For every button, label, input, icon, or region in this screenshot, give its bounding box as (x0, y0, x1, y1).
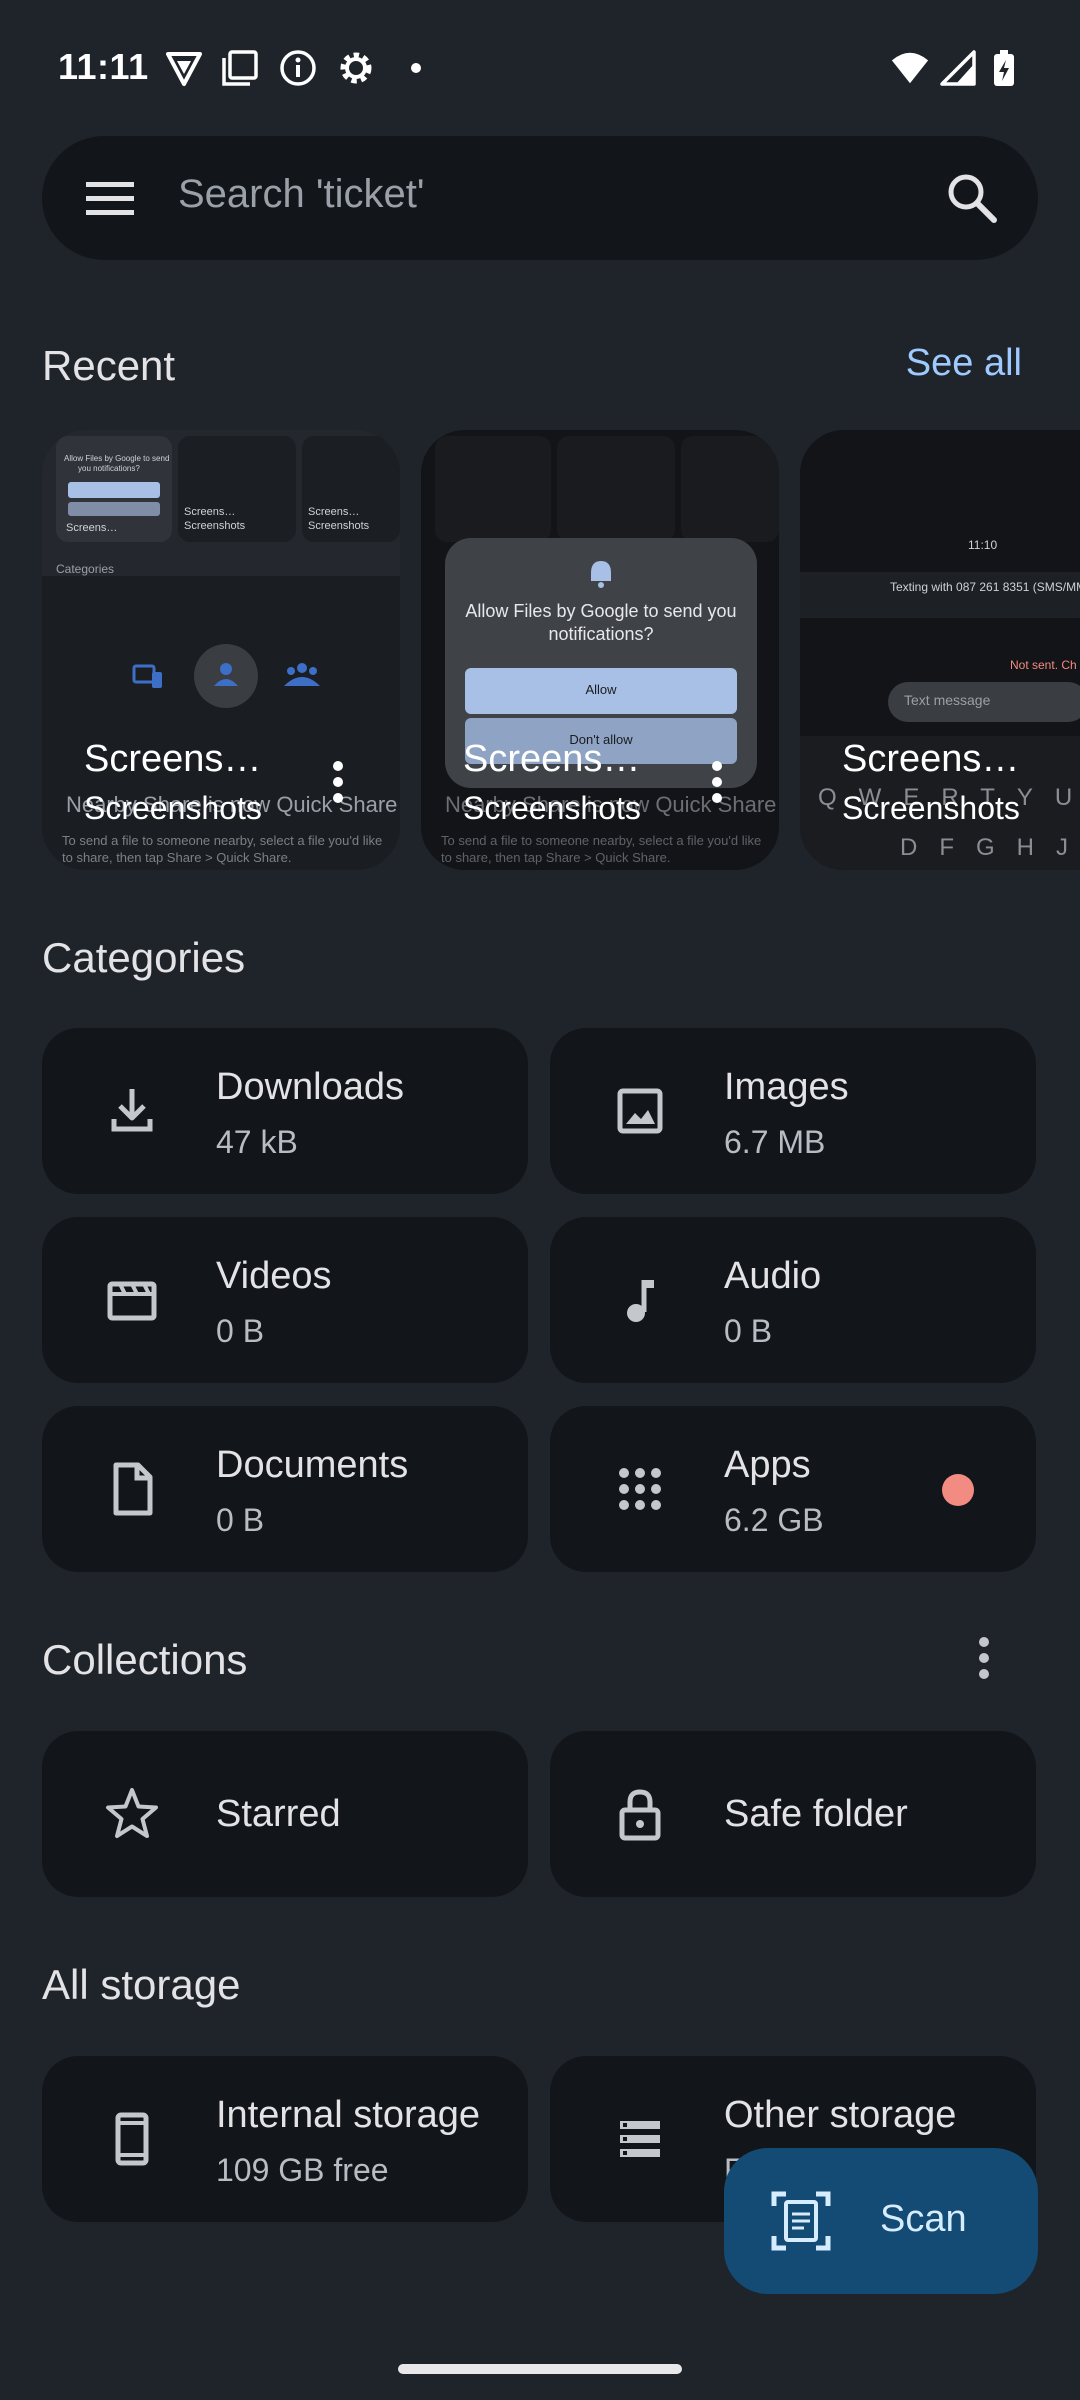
battery-charging-icon (984, 48, 1024, 88)
download-icon (100, 1079, 164, 1143)
category-images[interactable]: Images 6.7 MB (550, 1028, 1036, 1194)
status-bar: 11:11 (0, 0, 1080, 136)
devices-icon (132, 662, 164, 690)
apps-icon (608, 1457, 672, 1521)
recent-item-title: Screens… (842, 738, 1020, 780)
scan-icon (770, 2190, 832, 2252)
collection-safe-folder[interactable]: Safe folder (550, 1731, 1036, 1897)
storage-icon (608, 2107, 672, 2171)
lock-icon (608, 1782, 672, 1846)
info-icon (278, 48, 318, 88)
screenshot-icon (220, 48, 260, 88)
recent-item-1[interactable]: Allow Files by Google to send you notifi… (42, 430, 400, 870)
notification-badge (942, 1474, 974, 1506)
notification-dot-icon (396, 48, 436, 88)
bell-icon (585, 558, 617, 590)
category-apps[interactable]: Apps 6.2 GB (550, 1406, 1036, 1572)
scan-button[interactable]: Scan (724, 2148, 1038, 2294)
image-icon (608, 1079, 672, 1143)
category-audio[interactable]: Audio 0 B (550, 1217, 1036, 1383)
storage-internal[interactable]: Internal storage 109 GB free (42, 2056, 528, 2222)
wifi-icon (890, 48, 932, 88)
star-icon (100, 1782, 164, 1846)
audio-icon (608, 1268, 672, 1332)
category-documents[interactable]: Documents 0 B (42, 1406, 528, 1572)
recent-item-title: Screens… (84, 738, 262, 780)
categories-title: Categories (42, 934, 246, 981)
collection-starred[interactable]: Starred (42, 1731, 528, 1897)
search-bar[interactable]: Search 'ticket' (42, 136, 1038, 260)
collections-more-icon[interactable] (972, 1634, 996, 1682)
category-downloads[interactable]: Downloads 47 kB (42, 1028, 528, 1194)
recent-item-2[interactable]: Allow Files by Google to send you notifi… (421, 430, 779, 870)
settings-icon (336, 48, 376, 88)
see-all-link[interactable]: See all (906, 342, 1022, 385)
storage-title: All storage (42, 1961, 241, 2008)
more-vert-icon[interactable] (332, 760, 344, 804)
collections-title: Collections (42, 1636, 248, 1683)
recent-item-title: Screens… (463, 738, 641, 780)
status-time: 11:11 (58, 46, 149, 87)
video-icon (100, 1268, 164, 1332)
search-icon[interactable] (944, 170, 1000, 226)
menu-icon[interactable] (86, 174, 136, 222)
recent-item-3[interactable]: 11:10 Texting with 087 261 8351 (SMS/MMS… (800, 430, 1080, 870)
home-indicator[interactable] (398, 2364, 682, 2374)
group-icon (284, 660, 320, 688)
recent-item-subtitle: Screenshots (463, 790, 641, 826)
search-input[interactable]: Search 'ticket' (178, 172, 424, 217)
vpn-shield-icon (164, 48, 204, 88)
scan-label: Scan (880, 2198, 967, 2240)
person-icon (212, 660, 240, 688)
recent-title: Recent (42, 342, 176, 389)
signal-icon (938, 48, 978, 88)
recent-item-subtitle: Screenshots (84, 790, 262, 826)
more-vert-icon[interactable] (711, 760, 723, 804)
document-icon (100, 1457, 164, 1521)
recent-item-subtitle: Screenshots (842, 790, 1020, 826)
category-videos[interactable]: Videos 0 B (42, 1217, 528, 1383)
phone-icon (100, 2107, 164, 2171)
